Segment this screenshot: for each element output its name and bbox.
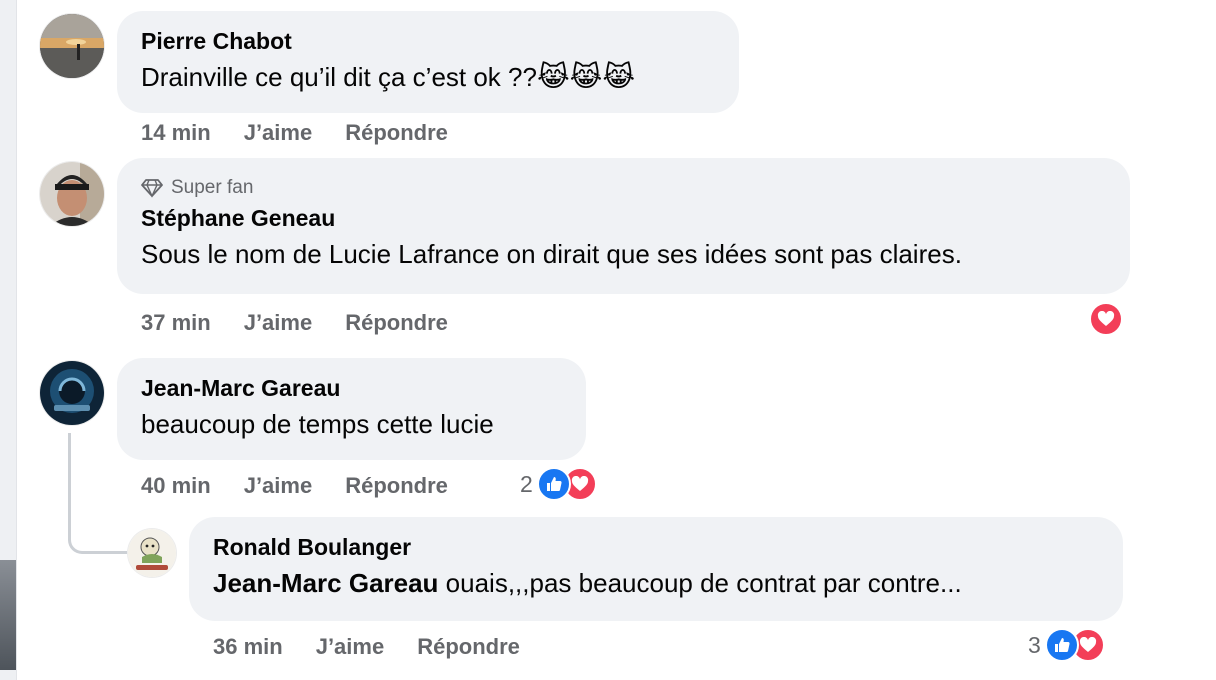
comment-bubble: Pierre Chabot Drainville ce qu’il dit ça… <box>117 11 739 113</box>
diamond-icon <box>141 179 163 198</box>
reaction-summary[interactable]: 2 <box>520 467 597 501</box>
like-link[interactable]: J’aime <box>244 310 313 336</box>
comment-text: Sous le nom de Lucie Lafrance on dirait … <box>141 239 962 269</box>
reaction-count: 3 <box>1028 631 1041 658</box>
reply-link[interactable]: Répondre <box>345 473 448 499</box>
comment-author[interactable]: Stéphane Geneau <box>141 202 1106 234</box>
avatar[interactable] <box>128 529 176 577</box>
reply-link[interactable]: Répondre <box>345 120 448 146</box>
comment-text-body: ouais,,,pas beaucoup de contrat par cont… <box>438 568 962 598</box>
reply-bubble: Ronald Boulanger Jean-Marc Gareau ouais,… <box>189 517 1123 621</box>
left-panel-edge <box>0 0 17 680</box>
reply-link[interactable]: Répondre <box>345 310 448 336</box>
like-reaction-icon <box>1044 628 1079 662</box>
avatar-photo-icon <box>40 162 104 226</box>
love-reaction-icon <box>1089 302 1123 336</box>
comment-author[interactable]: Ronald Boulanger <box>213 531 1099 563</box>
avatar[interactable] <box>40 361 104 425</box>
mention-link[interactable]: Jean-Marc Gareau <box>213 568 438 598</box>
comment-actions: 36 min J’aime Répondre <box>213 634 520 660</box>
reaction-summary[interactable]: 3 <box>1028 628 1105 662</box>
laughing-cat-emoji-icon: 😹😹😹 <box>536 61 636 92</box>
reaction-summary[interactable] <box>1089 302 1123 336</box>
comment-bubble: Super fan Stéphane Geneau Sous le nom de… <box>117 158 1130 294</box>
avatar[interactable] <box>40 162 104 226</box>
reaction-count: 2 <box>520 470 533 497</box>
comment-text: Jean-Marc Gareau ouais,,,pas beaucoup de… <box>213 563 1099 603</box>
avatar-photo-icon <box>40 14 104 78</box>
like-link[interactable]: J’aime <box>244 120 313 146</box>
comment-actions: 40 min J’aime Répondre <box>141 473 448 499</box>
like-reaction-icon <box>536 467 571 501</box>
left-panel-thumbnail <box>0 560 16 670</box>
comment-text: beaucoup de temps cette lucie <box>141 409 494 439</box>
reply-thread-line <box>68 433 127 554</box>
comment-bubble: Jean-Marc Gareau beaucoup de temps cette… <box>117 358 586 460</box>
reply-link[interactable]: Répondre <box>417 634 520 660</box>
comment-timestamp[interactable]: 40 min <box>141 473 211 499</box>
comment-author[interactable]: Pierre Chabot <box>141 25 715 57</box>
comment-actions: 37 min J’aime Répondre <box>141 310 448 336</box>
avatar-cartoon-icon <box>128 529 176 577</box>
comment-timestamp[interactable]: 14 min <box>141 120 211 146</box>
like-link[interactable]: J’aime <box>244 473 313 499</box>
badge-label: Super fan <box>171 177 254 198</box>
comment-timestamp[interactable]: 36 min <box>213 634 283 660</box>
comment-actions: 14 min J’aime Répondre <box>141 120 448 146</box>
avatar[interactable] <box>40 14 104 78</box>
like-link[interactable]: J’aime <box>316 634 385 660</box>
comment-text: Drainville ce qu’il dit ça c’est ok ??😹😹… <box>141 57 715 97</box>
avatar-photo-icon <box>40 361 104 425</box>
comment-timestamp[interactable]: 37 min <box>141 310 211 336</box>
comment-author[interactable]: Jean-Marc Gareau <box>141 372 562 404</box>
super-fan-badge: Super fan <box>141 174 1106 202</box>
comment-text-body: Drainville ce qu’il dit ça c’est ok ?? <box>141 62 537 92</box>
